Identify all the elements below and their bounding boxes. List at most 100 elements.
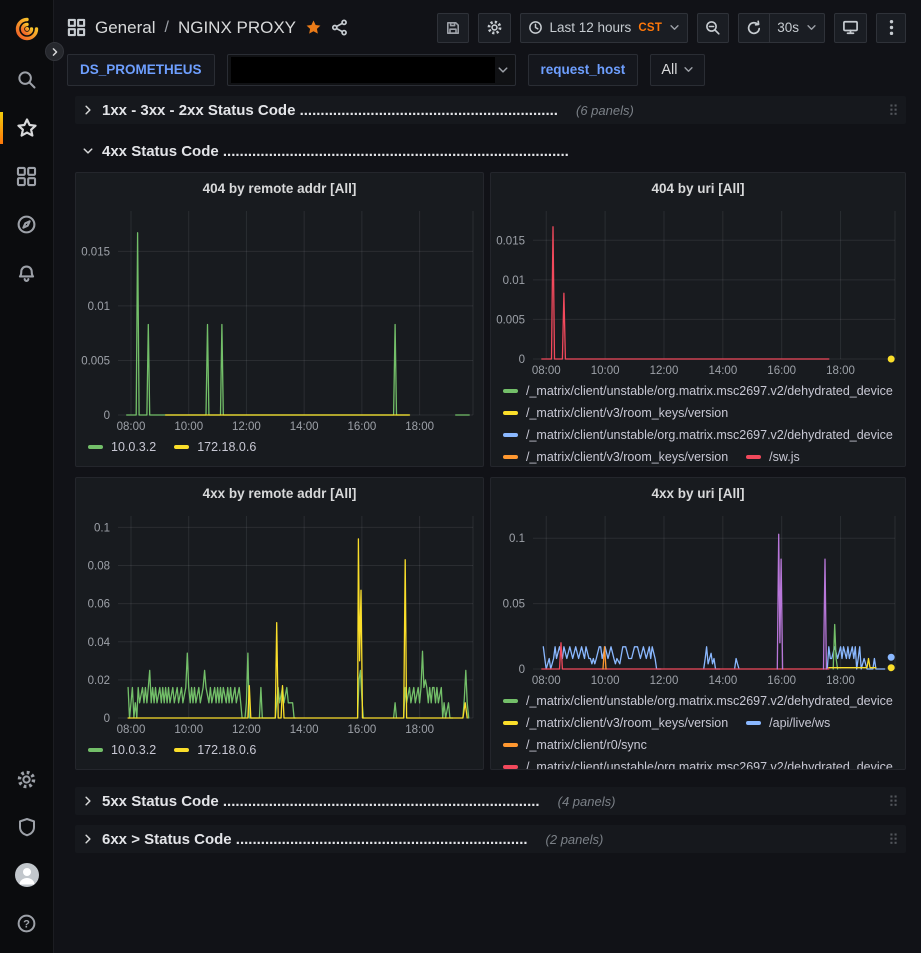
chevron-down-icon — [82, 145, 94, 157]
row-header-4xx[interactable]: 4xx Status Code ........................… — [75, 139, 906, 163]
sidebar-item-explore[interactable] — [0, 200, 53, 248]
time-series-plot: 00.050.108:0010:0012:0014:0016:0018:00 — [491, 508, 905, 690]
x-axis-tick-label: 10:00 — [591, 365, 620, 377]
dashboard-settings-button[interactable] — [478, 13, 511, 43]
kebab-menu-button[interactable] — [876, 13, 906, 43]
variables-bar: DS_PROMETHEUS request_host All — [54, 46, 921, 86]
row-header-5xx[interactable]: 5xx Status Code ........................… — [75, 787, 906, 815]
panel-title[interactable]: 404 by remote addr [All] — [76, 173, 483, 203]
row-header-1xx-3xx-2xx[interactable]: 1xx - 3xx - 2xx Status Code ............… — [75, 96, 906, 124]
row-drag-handle[interactable] — [887, 829, 900, 849]
chevron-right-icon — [82, 104, 94, 116]
chart-404-by-remote-addr[interactable]: 00.0050.010.01508:0010:0012:0014:0016:00… — [76, 203, 483, 436]
request-host-select[interactable]: All — [650, 54, 705, 86]
refresh-button[interactable] — [738, 13, 769, 43]
y-axis-tick-label: 0.06 — [88, 599, 110, 611]
sidebar-item-starred[interactable] — [0, 104, 53, 152]
y-axis-tick-label: 0.1 — [509, 533, 525, 545]
datasource-variable-label[interactable]: DS_PROMETHEUS — [67, 54, 215, 86]
datasource-select[interactable] — [227, 54, 516, 86]
cycle-view-mode-button[interactable] — [834, 13, 867, 43]
legend-item[interactable]: /_matrix/client/unstable/org.matrix.msc2… — [503, 760, 893, 769]
series-endpoint-dot — [888, 356, 895, 363]
chart-4xx-by-remote-addr[interactable]: 00.020.040.060.080.108:0010:0012:0014:00… — [76, 508, 483, 739]
legend-item[interactable]: 172.18.0.6 — [174, 743, 256, 757]
svg-text:?: ? — [23, 918, 30, 930]
legend-swatch — [503, 455, 518, 459]
panel-title[interactable]: 4xx by remote addr [All] — [76, 478, 483, 508]
legend-swatch — [174, 748, 189, 752]
legend-item[interactable]: /_matrix/client/unstable/org.matrix.msc2… — [503, 384, 893, 398]
sidebar-item-search[interactable] — [0, 56, 53, 104]
legend-row: /_matrix/client/r0/sync — [503, 734, 905, 756]
grafana-logo[interactable] — [13, 12, 41, 46]
time-range-picker[interactable]: Last 12 hours CST — [520, 13, 689, 43]
series-line — [833, 625, 837, 670]
legend-item[interactable]: /_matrix/client/v3/room_keys/version — [503, 450, 728, 464]
refresh-icon — [746, 20, 762, 36]
series-endpoint-dot — [888, 664, 895, 671]
legend-item[interactable]: 10.0.3.2 — [88, 440, 156, 454]
sidebar-item-configuration[interactable] — [0, 755, 53, 803]
share-icon[interactable] — [331, 19, 348, 36]
refresh-interval-picker[interactable]: 30s — [769, 13, 825, 43]
breadcrumb-dashboard-title[interactable]: NGINX PROXY — [178, 18, 296, 38]
legend-item[interactable]: 10.0.3.2 — [88, 743, 156, 757]
x-axis-tick-label: 14:00 — [290, 421, 319, 433]
x-axis-tick-label: 14:00 — [708, 365, 737, 377]
x-axis-tick-label: 14:00 — [290, 724, 319, 736]
panel-grid: 404 by remote addr [All] 00.0050.010.015… — [75, 172, 906, 770]
x-axis-tick-label: 16:00 — [347, 421, 376, 433]
legend-label: 172.18.0.6 — [197, 743, 256, 757]
legend-swatch — [503, 411, 518, 415]
legend-label: /_matrix/client/unstable/org.matrix.msc2… — [526, 428, 893, 442]
x-axis-tick-label: 08:00 — [117, 724, 146, 736]
panel-title[interactable]: 404 by uri [All] — [491, 173, 905, 203]
timezone-label: CST — [638, 22, 662, 34]
time-series-plot: 00.020.040.060.080.108:0010:0012:0014:00… — [76, 508, 483, 739]
dashboard-grid-icon — [67, 18, 86, 37]
y-axis-tick-label: 0.005 — [496, 314, 525, 326]
row-drag-handle[interactable] — [887, 791, 900, 811]
legend-item[interactable]: /sw.js — [746, 450, 800, 464]
favorite-star-icon[interactable] — [305, 19, 322, 36]
sidebar-expand-button[interactable] — [45, 42, 64, 61]
legend-item[interactable]: /_matrix/client/r0/sync — [503, 738, 647, 752]
sidebar-item-help[interactable]: ? — [0, 899, 53, 947]
save-dashboard-button[interactable] — [437, 13, 469, 43]
legend-label: 172.18.0.6 — [197, 440, 256, 454]
request-host-variable-label[interactable]: request_host — [528, 54, 639, 86]
legend-item[interactable]: /_matrix/client/unstable/org.matrix.msc2… — [503, 694, 893, 708]
panel-title[interactable]: 4xx by uri [All] — [491, 478, 905, 508]
zoom-out-button[interactable] — [697, 13, 729, 43]
legend-label: /_matrix/client/v3/room_keys/version — [526, 406, 728, 420]
x-axis-tick-label: 18:00 — [405, 724, 434, 736]
legend-item[interactable]: /_matrix/client/unstable/org.matrix.msc2… — [503, 428, 893, 442]
legend-item[interactable]: 172.18.0.6 — [174, 440, 256, 454]
sidebar-item-server-admin[interactable] — [0, 803, 53, 851]
breadcrumb-section[interactable]: General — [95, 18, 155, 38]
sidebar-item-alerting[interactable] — [0, 248, 53, 296]
legend-item[interactable]: /api/live/ws — [746, 716, 830, 730]
x-axis-tick-label: 16:00 — [767, 365, 796, 377]
sidebar-item-profile[interactable] — [0, 851, 53, 899]
legend-label: /_matrix/client/v3/room_keys/version — [526, 450, 728, 464]
refresh-group: 30s — [738, 13, 825, 43]
sidebar-item-dashboards[interactable] — [0, 152, 53, 200]
legend-swatch — [503, 433, 518, 437]
clock-icon — [528, 20, 543, 35]
legend-item[interactable]: /_matrix/client/v3/room_keys/version — [503, 406, 728, 420]
legend-item[interactable]: /_matrix/client/v3/room_keys/version — [503, 716, 728, 730]
row-title: 6xx > Status Code ......................… — [102, 831, 528, 848]
legend: 10.0.3.2 172.18.0.6 — [76, 436, 483, 466]
chart-4xx-by-uri[interactable]: 00.050.108:0010:0012:0014:0016:0018:00 — [491, 508, 905, 690]
row-drag-handle[interactable] — [887, 100, 900, 120]
chart-404-by-uri[interactable]: 00.0050.010.01508:0010:0012:0014:0016:00… — [491, 203, 905, 380]
row-header-6xx[interactable]: 6xx > Status Code ......................… — [75, 825, 906, 853]
dashboard-body: 1xx - 3xx - 2xx Status Code ............… — [54, 96, 921, 853]
legend-row: /_matrix/client/v3/room_keys/version/sw.… — [503, 446, 905, 466]
legend-swatch — [746, 455, 761, 459]
legend-row: /_matrix/client/unstable/org.matrix.msc2… — [503, 380, 905, 402]
legend-label: /_matrix/client/unstable/org.matrix.msc2… — [526, 760, 893, 769]
save-icon — [445, 20, 461, 36]
